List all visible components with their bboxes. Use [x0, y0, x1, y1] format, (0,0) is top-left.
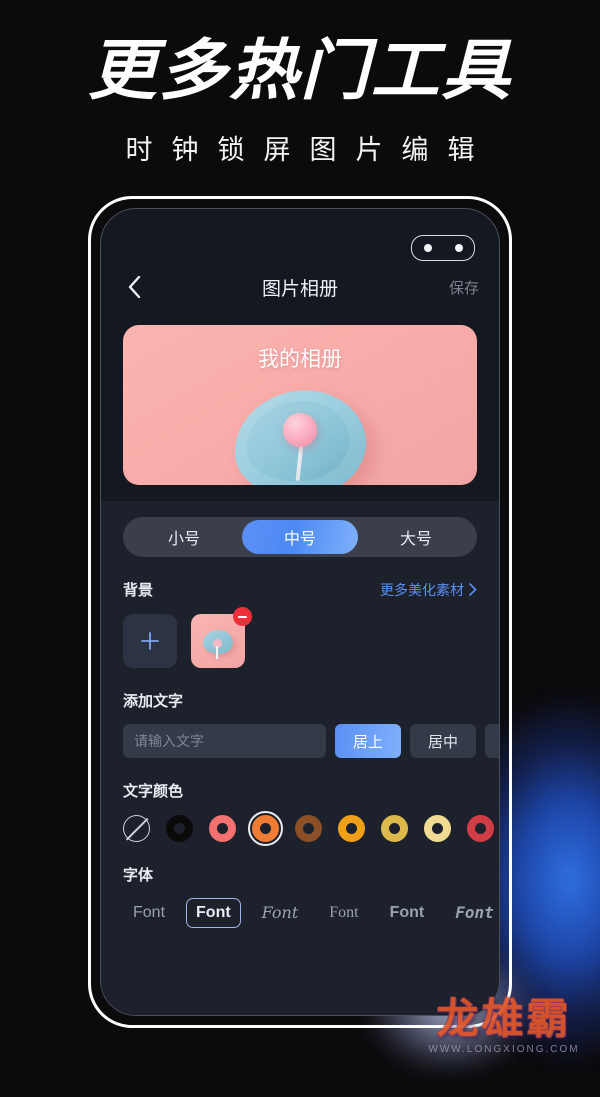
app-navbar: 图片相册 保存 — [101, 261, 499, 313]
dual-camera-cutout-icon — [411, 235, 475, 261]
preview-section: 我的相册 — [101, 313, 499, 485]
background-section-title: 背景 — [123, 582, 154, 599]
chevron-left-icon — [128, 276, 140, 298]
background-thumbnail[interactable] — [191, 607, 252, 668]
color-swatch-gold[interactable] — [381, 815, 408, 842]
watermark-subtext: WWW.LONGXIONG.COM — [428, 1044, 580, 1055]
color-swatch-brown[interactable] — [295, 815, 322, 842]
phone-screen: 图片相册 保存 我的相册 小号 中号 大号 背景 更多美化素材 添加文字 请输入… — [100, 208, 500, 1016]
background-section-header: 背景 更多美化素材 — [123, 579, 477, 600]
promo-headline: 更多热门工具 — [87, 32, 513, 109]
background-thumbnail-row — [123, 607, 477, 668]
font-sample-row: Font Font Font Font Font Font Font — [123, 897, 499, 928]
size-option-medium[interactable]: 中号 — [242, 520, 358, 554]
back-button[interactable] — [121, 274, 147, 300]
color-swatch-amber[interactable] — [338, 815, 365, 842]
font-option-2[interactable]: Font — [186, 897, 241, 928]
preview-title-text: 我的相册 — [258, 348, 342, 371]
add-background-button[interactable] — [123, 614, 177, 668]
camera-dot-right — [454, 244, 463, 252]
size-option-small[interactable]: 小号 — [126, 520, 242, 554]
font-option-6[interactable]: Font — [445, 897, 499, 928]
camera-dot-left — [423, 244, 432, 252]
album-preview-card[interactable]: 我的相册 — [123, 325, 477, 485]
page-title: 图片相册 — [261, 278, 338, 300]
phone-mockup: 图片相册 保存 我的相册 小号 中号 大号 背景 更多美化素材 添加文字 请输入… — [88, 196, 512, 1028]
more-materials-label: 更多美化素材 — [380, 581, 464, 598]
save-button[interactable]: 保存 — [449, 277, 479, 298]
text-color-row — [123, 811, 499, 846]
color-swatch-orange[interactable] — [248, 811, 283, 846]
remove-thumbnail-icon[interactable] — [233, 607, 252, 626]
color-swatch-pale-gold[interactable] — [424, 815, 451, 842]
font-section-title: 字体 — [123, 867, 154, 884]
color-swatch-black[interactable] — [166, 815, 193, 842]
text-section-header: 添加文字 — [123, 690, 477, 711]
thumb-stick-graphic — [216, 646, 218, 659]
font-option-5[interactable]: Font — [380, 898, 435, 928]
text-position-top[interactable]: 居上 — [335, 724, 401, 758]
editor-panel: 小号 中号 大号 背景 更多美化素材 添加文字 请输入文字 居上 居中 文字颜色… — [101, 501, 499, 1015]
font-option-3[interactable]: Font — [252, 897, 309, 928]
text-position-bottom[interactable]: 居下 — [485, 724, 499, 758]
font-option-1[interactable]: Font — [123, 898, 175, 928]
color-section-title: 文字颜色 — [123, 783, 184, 800]
promo-header: 更多热门工具 时钟锁屏图片编辑 — [0, 0, 600, 167]
lollipop-ball-graphic — [283, 413, 317, 447]
font-option-4[interactable]: Font — [319, 898, 368, 928]
text-input-row: 居上 居中 居下 — [123, 724, 499, 758]
text-input[interactable] — [123, 724, 326, 758]
color-swatch-crimson[interactable] — [467, 815, 494, 842]
more-materials-link[interactable]: 更多美化素材 — [380, 580, 477, 600]
color-swatch-salmon[interactable] — [209, 815, 236, 842]
size-option-large[interactable]: 大号 — [358, 520, 474, 554]
color-swatch-none[interactable] — [123, 815, 150, 842]
promo-subline: 时钟锁屏图片编辑 — [125, 135, 494, 165]
size-segmented-control[interactable]: 小号 中号 大号 — [123, 517, 477, 557]
font-section-header: 字体 — [123, 864, 477, 885]
plus-icon — [141, 632, 159, 650]
text-section-title: 添加文字 — [123, 693, 184, 710]
chevron-right-icon — [469, 583, 477, 596]
color-section-header: 文字颜色 — [123, 780, 477, 801]
text-position-middle[interactable]: 居中 — [410, 724, 476, 758]
